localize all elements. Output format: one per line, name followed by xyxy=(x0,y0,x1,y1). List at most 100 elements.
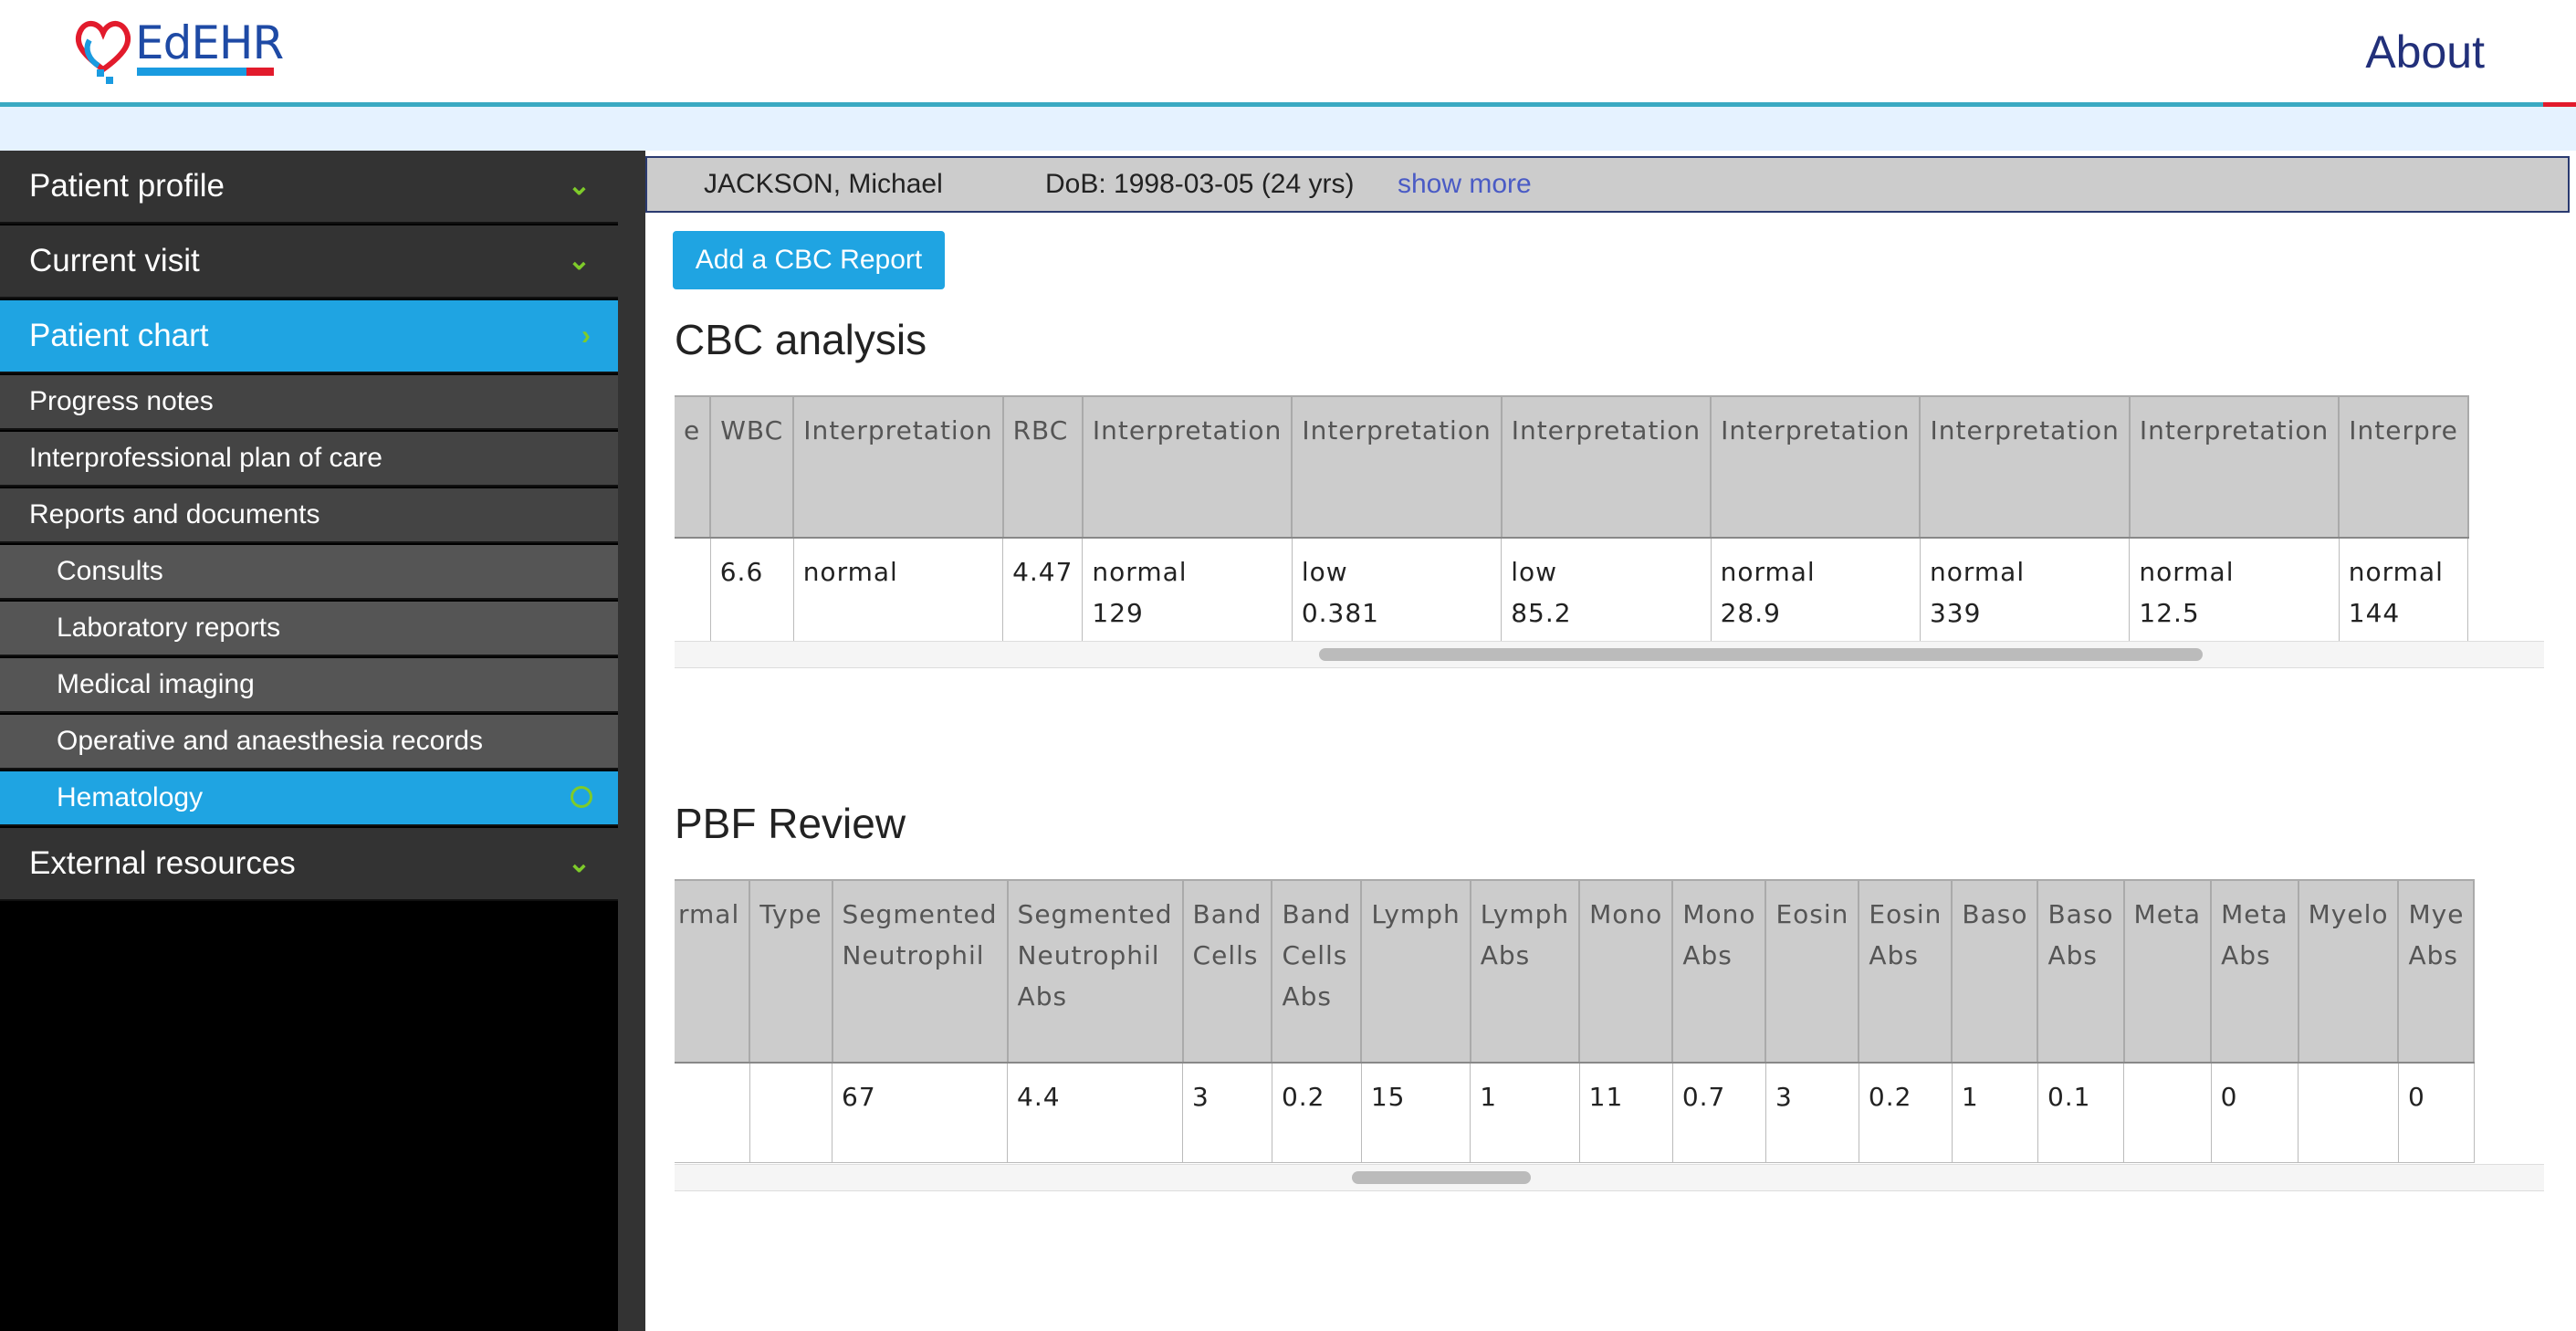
sidebar-item-label: External resources xyxy=(29,845,296,881)
table-cell: normal xyxy=(792,537,1004,647)
main-content: JACKSON, Michael DoB: 1998-03-05 (24 yrs… xyxy=(645,151,2576,1331)
table-cell: 0 xyxy=(2397,1062,2475,1163)
sidebar-item-label: Laboratory reports xyxy=(57,613,281,643)
column-header: e xyxy=(675,395,712,539)
column-header: Interpretation xyxy=(1710,395,1922,539)
sidebar-item-label: Consults xyxy=(57,556,163,586)
column-header: Interpretation xyxy=(1500,395,1712,539)
cbc-table: e WBC Interpretation RBC Interpretation Inter… xyxy=(675,395,2469,647)
sidebar-item-operative-records[interactable]: Operative and anaesthesia records xyxy=(0,715,618,770)
column-header: Baso xyxy=(1951,879,2039,1064)
table-row: 6.6 normal 4.47 normal 129 low 0.381 low 85.2 nor… xyxy=(675,537,2469,647)
active-circle-icon xyxy=(571,786,592,808)
sidebar-item-label: Current visit xyxy=(29,243,200,278)
table-row: 67 4.4 3 0.2 15 1 11 0.7 3 0.2 1 0.1 0 0 xyxy=(675,1062,2475,1163)
sidebar-item-progress-notes[interactable]: Progress notes xyxy=(0,375,618,430)
sidebar-item-label: Medical imaging xyxy=(57,669,255,699)
column-header: Interpretation xyxy=(1919,395,2131,539)
table-cell: 11 xyxy=(1578,1062,1673,1163)
cbc-table-container: e WBC Interpretation RBC Interpretation Inter… xyxy=(675,395,2544,647)
sidebar-item-reports-documents[interactable]: Reports and documents xyxy=(0,488,618,543)
column-header: Meta Abs xyxy=(2210,879,2299,1064)
table-cell: 3 xyxy=(1764,1062,1859,1163)
table-cell: normal 144 xyxy=(2338,537,2469,647)
sidebar-item-medical-imaging[interactable]: Medical imaging xyxy=(0,658,618,713)
patient-name: JACKSON, Michael xyxy=(704,169,943,199)
add-cbc-report-button[interactable]: Add a CBC Report xyxy=(673,231,945,289)
table-cell: 67 xyxy=(832,1062,1009,1163)
column-header: Lymph xyxy=(1360,879,1471,1064)
column-header: Eosin xyxy=(1764,879,1860,1064)
column-header: Segmented Neutrophil xyxy=(831,879,1009,1064)
about-link[interactable]: About xyxy=(2365,26,2485,79)
sidebar-item-label: Patient profile xyxy=(29,168,225,204)
column-header: Segmented Neutrophil Abs xyxy=(1006,879,1184,1064)
column-header: Band Cells Abs xyxy=(1271,879,1363,1064)
chevron-down-icon: ⌄ xyxy=(567,246,591,276)
column-header: RBC xyxy=(1001,395,1084,539)
table-cell: 0.7 xyxy=(1671,1062,1766,1163)
table-cell xyxy=(749,1062,833,1163)
sidebar-item-laboratory-reports[interactable]: Laboratory reports xyxy=(0,602,618,656)
scrollbar-thumb[interactable] xyxy=(1319,648,2203,661)
table-cell: 0.1 xyxy=(2037,1062,2125,1163)
table-cell: 4.47 xyxy=(1002,537,1084,647)
column-header: Mono Abs xyxy=(1671,879,1767,1064)
table-cell: normal 28.9 xyxy=(1710,537,1921,647)
table-cell: 0 xyxy=(2210,1062,2299,1163)
table-cell xyxy=(2298,1062,2399,1163)
logo-text: EdEHR xyxy=(135,16,284,69)
table-cell: 6.6 xyxy=(709,537,794,647)
table-cell xyxy=(675,1062,750,1163)
table-cell: 1 xyxy=(1470,1062,1580,1163)
table-cell: 15 xyxy=(1360,1062,1471,1163)
pbf-table-container: rmal Type Segmented Neutrophil Segmented Neut… xyxy=(675,879,2544,1163)
column-header: Baso Abs xyxy=(2037,879,2125,1064)
sidebar: Patient profile ⌄ Current visit ⌄ Patien… xyxy=(0,151,618,1331)
table-cell: normal 12.5 xyxy=(2129,537,2340,647)
logo-underline-blue xyxy=(137,68,246,76)
column-header: Myelo xyxy=(2297,879,2400,1064)
column-header: Band Cells xyxy=(1181,879,1273,1064)
sidebar-item-patient-profile[interactable]: Patient profile ⌄ xyxy=(0,151,618,224)
column-header: Interpretation xyxy=(1081,395,1293,539)
column-header: Interpretation xyxy=(1291,395,1503,539)
chevron-down-icon: ⌄ xyxy=(567,848,591,878)
sidebar-item-consults[interactable]: Consults xyxy=(0,545,618,600)
sidebar-item-interprofessional-plan[interactable]: Interprofessional plan of care xyxy=(0,432,618,487)
sidebar-item-patient-chart[interactable]: Patient chart › xyxy=(0,300,618,373)
column-header: Type xyxy=(749,879,833,1064)
cbc-section-title: CBC analysis xyxy=(675,316,927,363)
sidebar-item-external-resources[interactable]: External resources ⌄ xyxy=(0,828,618,901)
sidebar-item-label: Reports and documents xyxy=(29,499,320,529)
sidebar-scroll-track[interactable] xyxy=(618,151,645,1331)
heart-logo-icon xyxy=(75,21,131,84)
sidebar-item-label: Interprofessional plan of care xyxy=(29,443,382,473)
table-cell: low 0.381 xyxy=(1291,537,1503,647)
table-cell xyxy=(2123,1062,2212,1163)
column-header: Eosin Abs xyxy=(1858,879,1953,1064)
show-more-link[interactable]: show more xyxy=(1398,169,1532,200)
table-cell xyxy=(675,537,711,647)
cbc-horizontal-scrollbar[interactable] xyxy=(675,641,2544,668)
table-cell: normal 339 xyxy=(1919,537,2131,647)
pbf-horizontal-scrollbar[interactable] xyxy=(675,1164,2544,1191)
pbf-table: rmal Type Segmented Neutrophil Segmented Neut… xyxy=(675,879,2476,1163)
column-header: Lymph Abs xyxy=(1469,879,1581,1064)
table-cell: low 85.2 xyxy=(1501,537,1712,647)
scrollbar-thumb[interactable] xyxy=(1352,1171,1531,1184)
pbf-section-title: PBF Review xyxy=(675,800,906,847)
sidebar-item-label: Progress notes xyxy=(29,386,214,416)
column-header: Meta xyxy=(2122,879,2213,1064)
chevron-down-icon: ⌄ xyxy=(567,171,591,201)
table-header-row: e WBC Interpretation RBC Interpretation Inter… xyxy=(675,395,2469,539)
column-header: WBC xyxy=(709,395,795,539)
sidebar-item-hematology[interactable]: Hematology xyxy=(0,771,618,826)
table-cell: 3 xyxy=(1182,1062,1272,1163)
sidebar-item-label: Operative and anaesthesia records xyxy=(57,726,483,756)
sidebar-item-current-visit[interactable]: Current visit ⌄ xyxy=(0,225,618,299)
sidebar-item-label: Hematology xyxy=(57,782,204,812)
edehr-logo[interactable]: EdEHR xyxy=(71,13,284,84)
column-header: rmal xyxy=(675,879,751,1064)
chevron-right-icon: › xyxy=(581,320,591,351)
